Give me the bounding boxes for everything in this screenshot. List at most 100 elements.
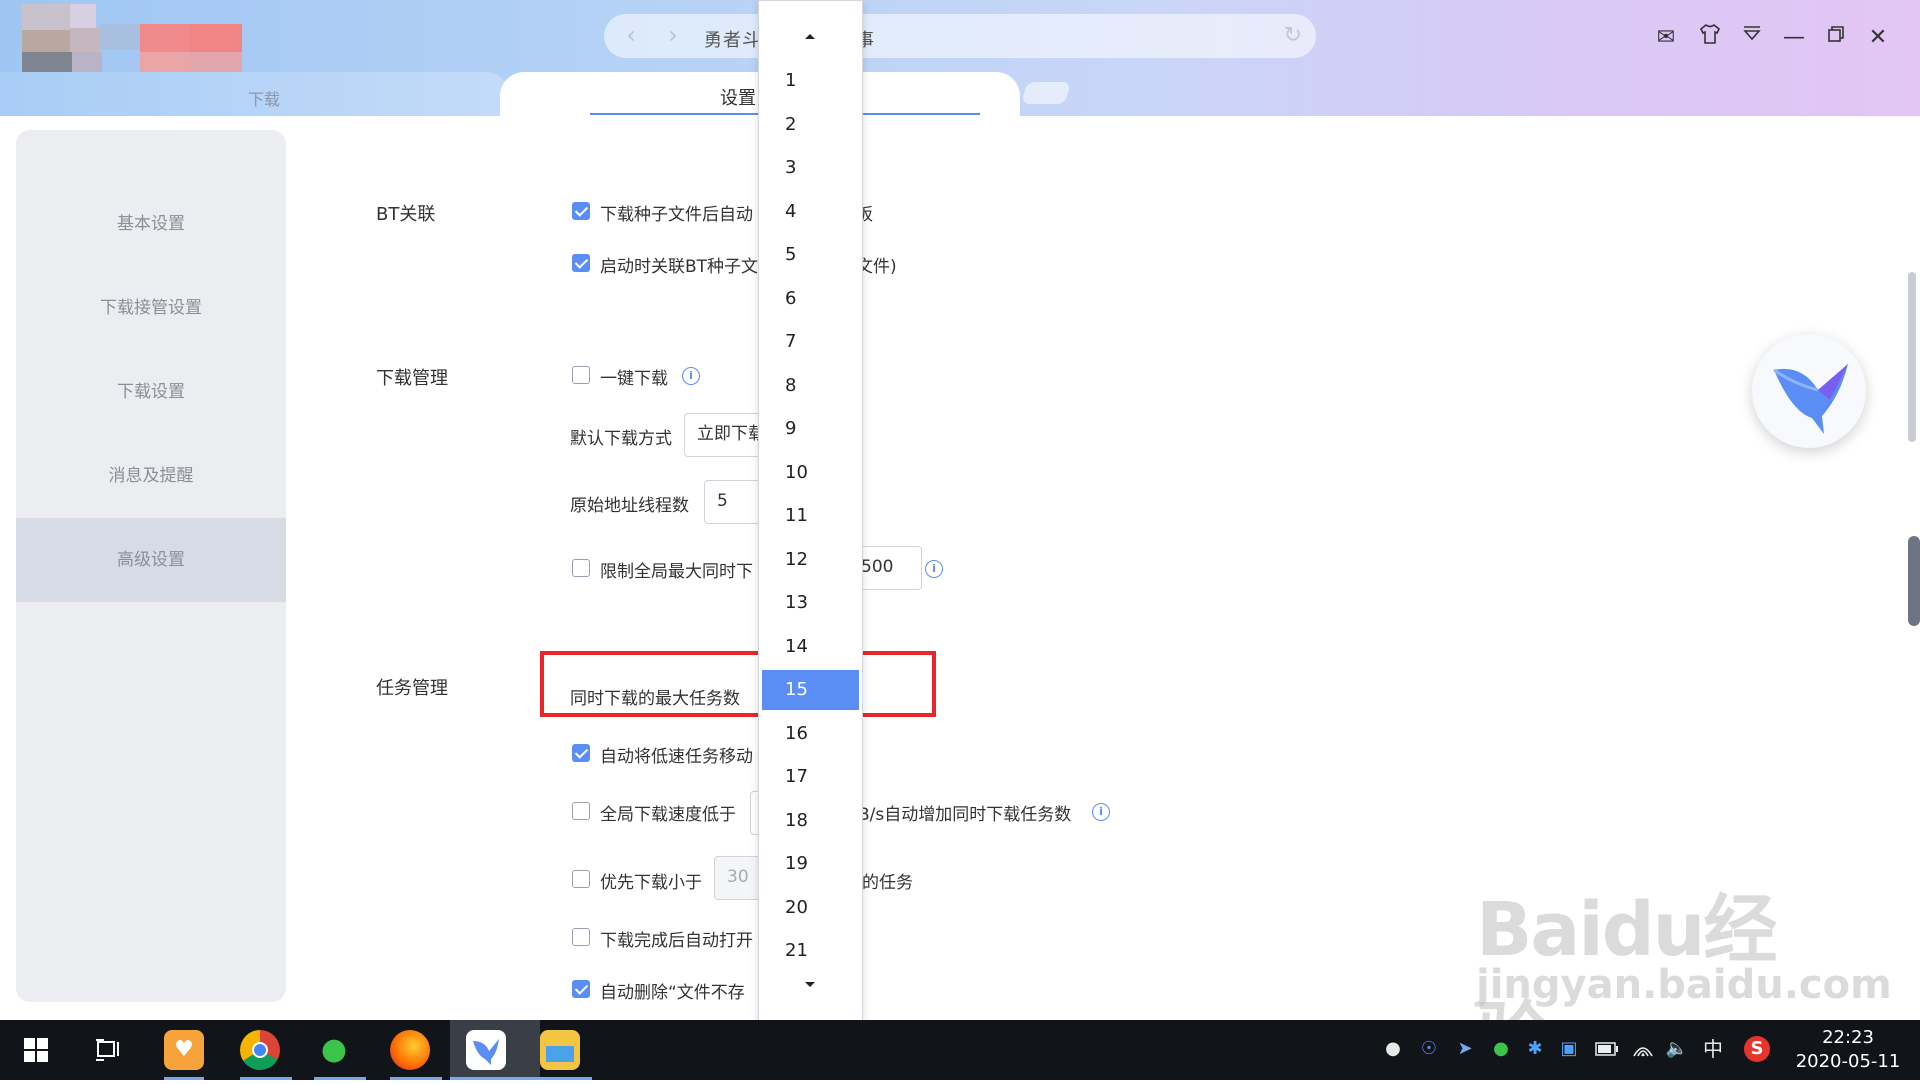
dropdown-option[interactable]: 10 (759, 453, 862, 493)
dropdown-option[interactable]: 20 (759, 888, 862, 928)
dropdown-option[interactable]: 13 (759, 583, 862, 623)
sidebar-item-download[interactable]: 下载设置 (16, 350, 286, 434)
speed-low-checkbox[interactable] (572, 802, 590, 820)
limit-global-label: 限制全局最大同时下 (600, 562, 753, 582)
bt-associate-checkbox[interactable] (572, 254, 590, 272)
address-bar[interactable]: ‹ › 勇者斗 故事 ↻ (604, 14, 1316, 58)
highlight-annotation (540, 651, 936, 717)
max-tasks-dropdown[interactable]: 1 2 3 4 5 6 7 8 9 10 11 12 13 14 15 16 17 18 19 20 21 (758, 0, 863, 1022)
default-mode-label: 默认下载方式 (570, 429, 672, 449)
windows-start-icon[interactable] (16, 1030, 56, 1070)
dropdown-option[interactable]: 21 (759, 931, 862, 971)
wechat-icon[interactable]: ● (314, 1030, 354, 1070)
dropdown-option[interactable]: 11 (759, 496, 862, 536)
task-view-icon[interactable] (88, 1030, 128, 1070)
speed-low-label: 全局下载速度低于 (600, 805, 736, 825)
thunder-float-icon[interactable] (1752, 334, 1866, 448)
thunder-icon[interactable] (466, 1030, 506, 1070)
watermark-sub: jingyan.baidu.com (1476, 962, 1892, 1008)
dropdown-option[interactable]: 14 (759, 627, 862, 667)
wechat-tray-icon[interactable]: ● (1488, 1036, 1514, 1062)
auto-delete-label: 自动删除“文件不存 (600, 983, 745, 1003)
dropdown-option[interactable]: 4 (759, 192, 862, 232)
scroll-down-icon[interactable] (805, 982, 815, 987)
tab-download-label: 下载 (248, 90, 281, 109)
chevron-left-icon[interactable]: ‹ (618, 22, 644, 48)
refresh-icon[interactable]: ↻ (1284, 23, 1302, 48)
volume-icon[interactable]: 🔈 (1664, 1036, 1690, 1062)
shield-icon[interactable]: ☉ (1416, 1036, 1442, 1062)
dropdown-option[interactable]: 18 (759, 801, 862, 841)
auto-move-slow-label: 自动将低速任务移动 (600, 747, 753, 767)
dropdown-option[interactable]: 12 (759, 540, 862, 580)
tab-new[interactable] (1021, 82, 1071, 104)
thunder-tray-icon[interactable]: ➤ (1452, 1036, 1478, 1062)
bluetooth-icon[interactable]: ✱ (1522, 1036, 1548, 1062)
open-after-label: 下载完成后自动打开 (600, 931, 753, 951)
wifi-icon[interactable] (1630, 1036, 1656, 1062)
mail-icon[interactable]: ✉ (1650, 22, 1682, 54)
dropdown-option[interactable]: 5 (759, 235, 862, 275)
avatar[interactable] (22, 4, 242, 74)
threads-label: 原始地址线程数 (570, 496, 689, 516)
tab-settings-label: 设置 (720, 88, 756, 109)
sidebar-item-basic[interactable]: 基本设置 (16, 182, 286, 266)
uc-browser-icon[interactable]: ♥ (164, 1030, 204, 1070)
sidebar-item-messages[interactable]: 消息及提醒 (16, 434, 286, 518)
battery-icon[interactable] (1594, 1036, 1620, 1062)
dropdown-option[interactable]: 9 (759, 409, 862, 449)
menu-icon[interactable] (1736, 22, 1768, 54)
one-click-download-label: 一键下载 (600, 369, 668, 389)
sidebar-item-takeover[interactable]: 下载接管设置 (16, 266, 286, 350)
section-title-bt: BT关联 (376, 204, 436, 225)
section-title-task-mgmt: 任务管理 (376, 678, 448, 699)
auto-move-slow-checkbox[interactable] (572, 744, 590, 762)
clock-time: 22:23 (1822, 1027, 1874, 1048)
dropdown-option[interactable]: 3 (759, 148, 862, 188)
file-explorer-icon[interactable] (540, 1030, 580, 1070)
tray-app-icon[interactable]: ● (1380, 1036, 1406, 1062)
dropdown-option[interactable]: 7 (759, 322, 862, 362)
limit-global-checkbox[interactable] (572, 559, 590, 577)
dropdown-option[interactable]: 8 (759, 366, 862, 406)
dropdown-option[interactable]: 2 (759, 105, 862, 145)
prefer-small-label: 优先下载小于 (600, 873, 702, 893)
dropdown-option[interactable]: 6 (759, 279, 862, 319)
sidebar-item-advanced[interactable]: 高级设置 (16, 518, 286, 602)
restore-icon[interactable] (1820, 22, 1852, 54)
sogou-icon[interactable]: S (1744, 1036, 1770, 1062)
network-app-icon[interactable]: ▣ (1556, 1036, 1582, 1062)
dropdown-option[interactable]: 1 (759, 61, 862, 101)
ime-indicator[interactable]: 中 (1700, 1036, 1726, 1062)
minimize-icon[interactable]: — (1778, 22, 1810, 54)
info-icon[interactable]: i (682, 367, 700, 385)
one-click-download-checkbox[interactable] (572, 366, 590, 384)
firefox-icon[interactable] (390, 1030, 430, 1070)
info-icon[interactable]: i (1092, 803, 1110, 821)
dropdown-option[interactable]: 15 (762, 670, 859, 710)
prefer-small-checkbox[interactable] (572, 870, 590, 888)
dropdown-option[interactable]: 17 (759, 757, 862, 797)
bt-auto-open-checkbox[interactable] (572, 202, 590, 220)
clock[interactable]: 22:23 2020-05-11 (1788, 1026, 1908, 1074)
speed-low-tail: B/s自动增加同时下载任务数 (858, 805, 1072, 825)
taskbar: ♥ ● ● ☉ ➤ ● ✱ ▣ 🔈 中 S 22:23 2020-05-11 (0, 1020, 1920, 1080)
clock-date: 2020-05-11 (1795, 1051, 1901, 1072)
tab-download[interactable]: 下载 (0, 72, 510, 116)
settings-sidebar: 基本设置 下载接管设置 下载设置 消息及提醒 高级设置 (16, 130, 286, 1002)
dropdown-option[interactable]: 16 (759, 714, 862, 754)
dropdown-option[interactable]: 19 (759, 844, 862, 884)
open-after-checkbox[interactable] (572, 928, 590, 946)
scrollbar[interactable] (1908, 272, 1916, 442)
side-panel-handle[interactable] (1908, 536, 1920, 626)
skin-icon[interactable] (1694, 22, 1726, 54)
info-icon[interactable]: i (925, 560, 943, 578)
close-icon[interactable]: ✕ (1862, 22, 1894, 54)
scroll-up-icon[interactable] (805, 34, 815, 39)
chevron-right-icon[interactable]: › (660, 22, 686, 48)
bt-auto-open-label: 下载种子文件后自动 (600, 205, 753, 225)
chrome-icon[interactable] (240, 1030, 280, 1070)
section-title-download-mgmt: 下载管理 (376, 368, 448, 389)
watermark: Baidu经验 jingyan.baidu.com (1476, 870, 1892, 1080)
auto-delete-checkbox[interactable] (572, 980, 590, 998)
